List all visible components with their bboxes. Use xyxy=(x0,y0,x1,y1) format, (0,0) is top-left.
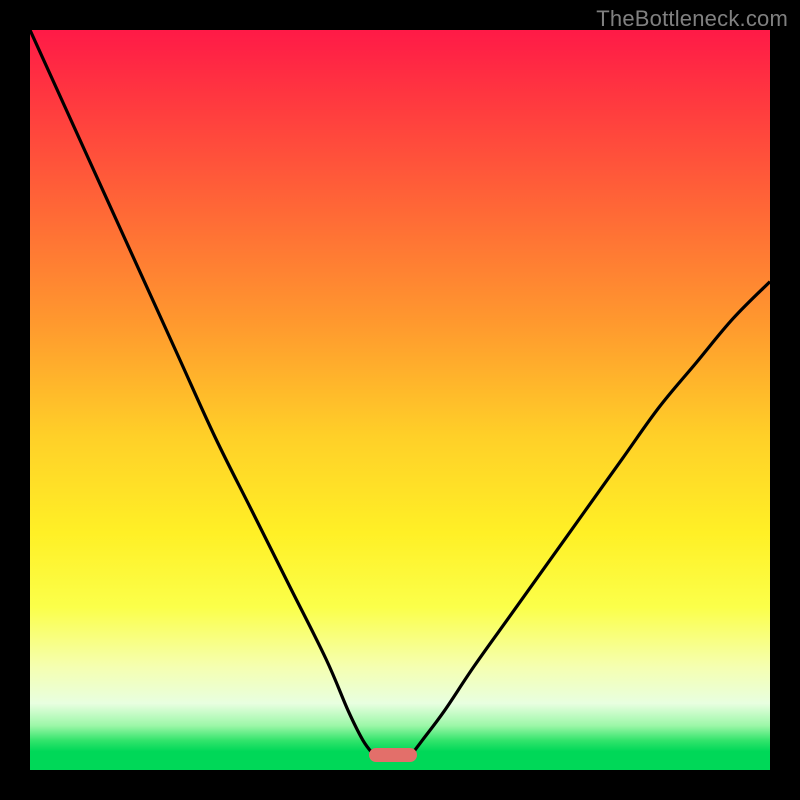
chart-stage: TheBottleneck.com xyxy=(0,0,800,800)
plot-area xyxy=(30,30,770,770)
curve-left-branch xyxy=(30,30,374,755)
bottleneck-curve xyxy=(30,30,770,770)
watermark-text: TheBottleneck.com xyxy=(596,6,788,32)
curve-right-branch xyxy=(411,282,770,756)
optimum-marker xyxy=(369,748,417,762)
